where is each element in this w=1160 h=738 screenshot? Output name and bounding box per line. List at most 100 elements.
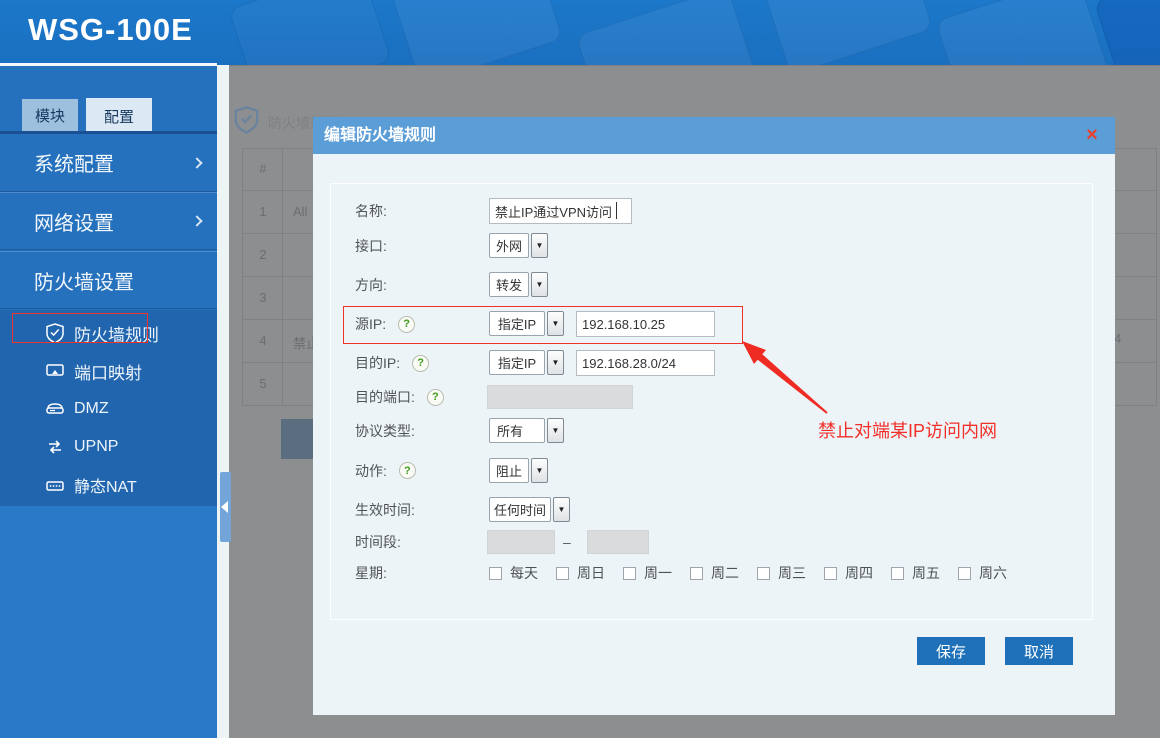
- checkbox[interactable]: [824, 567, 837, 580]
- brand-title: WSG-100E: [28, 12, 193, 48]
- action-select[interactable]: 阻止: [489, 458, 548, 483]
- dropdown-arrow-icon[interactable]: [553, 497, 570, 522]
- dropdown-arrow-icon[interactable]: [531, 272, 548, 297]
- app-header: WSG-100E: [0, 0, 1160, 65]
- dropdown-arrow-icon[interactable]: [531, 233, 548, 258]
- week-option-monday[interactable]: 周一: [623, 563, 672, 583]
- table-row-num: 2: [252, 247, 274, 262]
- dest-ip-field-label: 目的IP: ?: [355, 350, 429, 376]
- save-button[interactable]: 保存: [917, 637, 985, 665]
- week-option-everyday[interactable]: 每天: [489, 563, 538, 583]
- interface-select[interactable]: 外网: [489, 233, 548, 258]
- port-mapping-icon: [45, 361, 65, 381]
- tab-config[interactable]: 配置: [86, 98, 152, 134]
- week-option-sunday[interactable]: 周日: [556, 563, 605, 583]
- annotation-box-firewall-rules: [12, 313, 148, 343]
- week-option-thursday[interactable]: 周四: [824, 563, 873, 583]
- submenu-item-dmz[interactable]: DMZ: [0, 393, 217, 425]
- time-range-field-label: 时间段:: [355, 530, 401, 554]
- effective-time-field-label: 生效时间:: [355, 497, 415, 522]
- checkbox[interactable]: [556, 567, 569, 580]
- name-field-label: 名称:: [355, 198, 387, 224]
- week-option-tuesday[interactable]: 周二: [690, 563, 739, 583]
- sidebar-edge-strip: [217, 65, 229, 738]
- checkbox[interactable]: [690, 567, 703, 580]
- dialog-titlebar: 编辑防火墙规则 ×: [313, 117, 1115, 154]
- text-caret: [616, 202, 617, 219]
- week-option-wednesday[interactable]: 周三: [757, 563, 806, 583]
- select-value: 所有: [489, 418, 545, 443]
- interface-field-label: 接口:: [355, 233, 387, 258]
- week-checkbox-row: 每天 周日 周一 周二 周三 周四 周五 周六: [489, 563, 1007, 583]
- sidebar-item-network-settings[interactable]: 网络设置: [0, 192, 217, 250]
- submenu-item-label: DMZ: [74, 400, 109, 418]
- submenu-item-upnp[interactable]: UPNP: [0, 431, 217, 463]
- sidebar-collapse-handle[interactable]: [220, 472, 231, 542]
- select-value: 任何时间: [489, 497, 551, 522]
- table-border: [282, 148, 283, 405]
- submenu-item-label: 静态NAT: [74, 473, 137, 497]
- action-field-label: 动作: ?: [355, 458, 416, 483]
- chevron-right-icon: [191, 215, 202, 226]
- submenu-item-static-nat[interactable]: 静态NAT: [0, 469, 217, 501]
- checkbox[interactable]: [623, 567, 636, 580]
- table-row-num: 3: [252, 290, 274, 305]
- help-icon[interactable]: ?: [427, 389, 444, 406]
- sidebar-item-label: 网络设置: [34, 207, 114, 236]
- select-value: 指定IP: [489, 350, 545, 375]
- upnp-arrows-icon: [45, 437, 65, 457]
- checkbox[interactable]: [958, 567, 971, 580]
- week-option-friday[interactable]: 周五: [891, 563, 940, 583]
- dropdown-arrow-icon[interactable]: [547, 350, 564, 375]
- header-underline: [0, 63, 217, 66]
- submenu-item-label: UPNP: [74, 438, 118, 456]
- help-icon[interactable]: ?: [412, 355, 429, 372]
- keyboard-key-decoration: [757, 0, 934, 65]
- direction-select[interactable]: 转发: [489, 272, 548, 297]
- dest-port-field-label: 目的端口: ?: [355, 385, 444, 409]
- sidebar: 模块 配置 系统配置 网络设置 防火墙设置 防火墙规则: [0, 65, 217, 738]
- dest-ip-input[interactable]: [576, 350, 715, 376]
- keyboard-key-decoration: [387, 0, 564, 65]
- sidebar-lower-area: [0, 506, 217, 738]
- sidebar-item-label: 系统配置: [34, 148, 114, 177]
- week-field-label: 星期:: [355, 563, 387, 583]
- annotation-text: 禁止对端某IP访问内网: [818, 417, 997, 443]
- table-border: [1156, 148, 1157, 405]
- cancel-button[interactable]: 取消: [1005, 637, 1073, 665]
- sidebar-item-firewall-settings[interactable]: 防火墙设置: [0, 251, 217, 309]
- keyboard-key-decoration: [935, 0, 1115, 65]
- dest-ip-select[interactable]: 指定IP: [489, 350, 564, 375]
- select-value: 阻止: [489, 458, 529, 483]
- annotation-box-source-ip: [343, 306, 743, 344]
- dropdown-arrow-icon[interactable]: [531, 458, 548, 483]
- dmz-device-icon: [45, 399, 65, 419]
- checkbox[interactable]: [757, 567, 770, 580]
- checkbox[interactable]: [489, 567, 502, 580]
- direction-field-label: 方向:: [355, 272, 387, 297]
- tab-module[interactable]: 模块: [22, 99, 78, 131]
- week-option-saturday[interactable]: 周六: [958, 563, 1007, 583]
- dropdown-arrow-icon[interactable]: [547, 418, 564, 443]
- dest-port-input-disabled: [487, 385, 633, 409]
- time-range-separator: –: [563, 530, 571, 554]
- rule-name-input[interactable]: [489, 198, 632, 224]
- time-start-input-disabled: [487, 530, 555, 554]
- sidebar-item-label: 防火墙设置: [34, 266, 134, 295]
- effective-time-select[interactable]: 任何时间: [489, 497, 570, 522]
- table-row-num: 4: [252, 333, 274, 348]
- chevron-right-icon: [191, 157, 202, 168]
- sidebar-item-system-config[interactable]: 系统配置: [0, 134, 217, 192]
- static-nat-icon: [45, 475, 65, 495]
- keyboard-key-decoration: [575, 0, 764, 65]
- select-value: 外网: [489, 233, 529, 258]
- protocol-select[interactable]: 所有: [489, 418, 564, 443]
- table-cell: All: [293, 204, 307, 219]
- collapse-sidebar-arrow-icon: [221, 501, 228, 513]
- help-icon[interactable]: ?: [399, 462, 416, 479]
- submenu-item-port-mapping[interactable]: 端口映射: [0, 355, 217, 387]
- table-cell: 4: [1114, 331, 1121, 346]
- table-row-num: 5: [252, 376, 274, 391]
- close-icon[interactable]: ×: [1079, 122, 1105, 148]
- checkbox[interactable]: [891, 567, 904, 580]
